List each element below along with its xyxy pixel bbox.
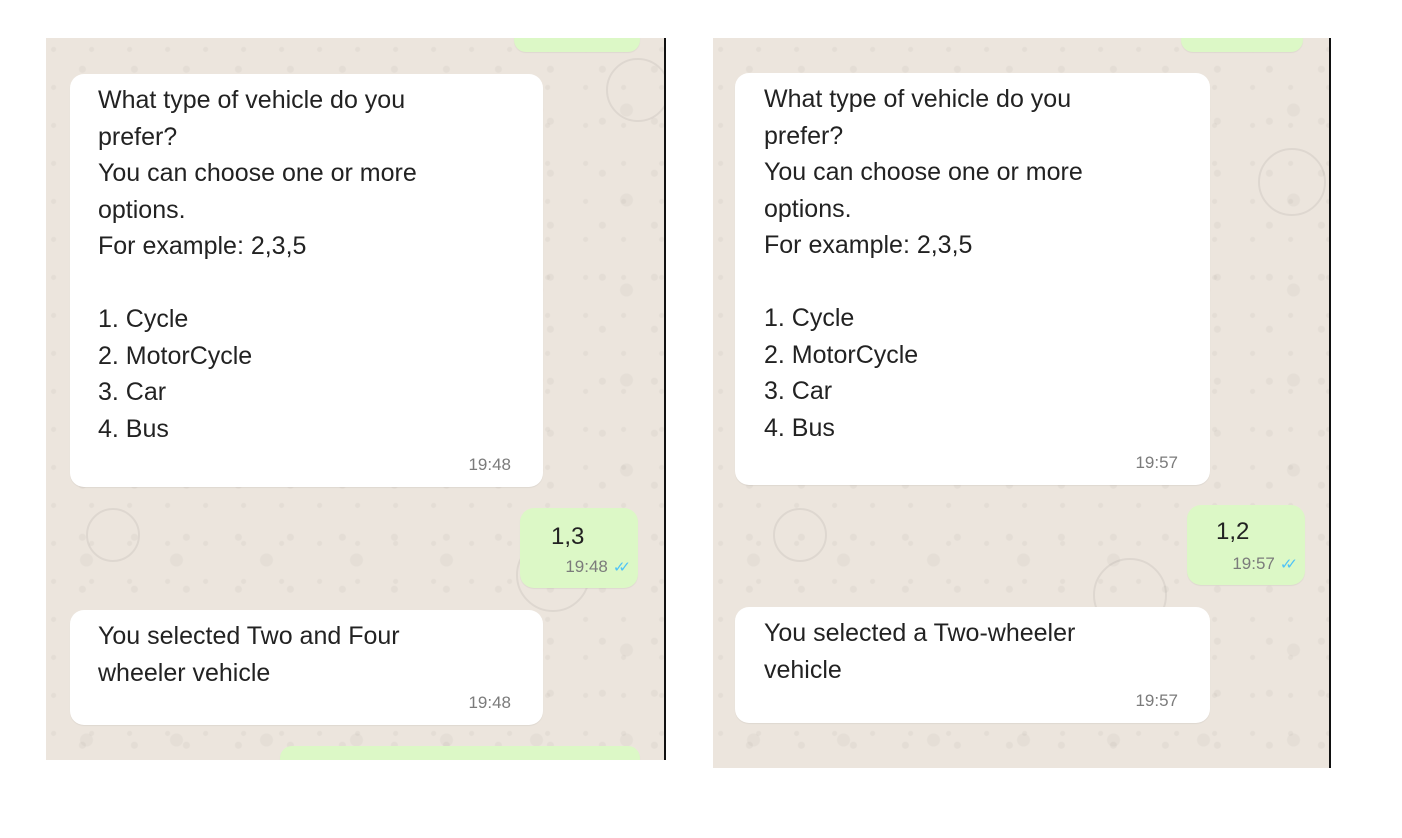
question-message[interactable]: What type of vehicle do you prefer? You … bbox=[735, 73, 1210, 485]
answer-text: You selected Two and Four wheeler vehicl… bbox=[98, 622, 400, 687]
previous-message-stub bbox=[1181, 38, 1303, 52]
previous-message-stub bbox=[514, 38, 640, 52]
background-doodle bbox=[773, 508, 827, 562]
message-timestamp: 19:48 bbox=[468, 693, 511, 712]
reply-timestamp: 19:57 bbox=[1232, 554, 1275, 573]
answer-message[interactable]: You selected Two and Four wheeler vehicl… bbox=[70, 610, 543, 725]
chat-panel-right: What type of vehicle do you prefer? You … bbox=[713, 38, 1331, 768]
question-message[interactable]: What type of vehicle do you prefer? You … bbox=[70, 74, 543, 487]
background-doodle bbox=[606, 58, 664, 122]
question-text: What type of vehicle do you prefer? You … bbox=[764, 85, 1083, 442]
answer-text: You selected a Two-wheeler vehicle bbox=[764, 619, 1076, 684]
reply-text: 1,2 bbox=[1216, 518, 1250, 545]
question-text: What type of vehicle do you prefer? You … bbox=[98, 86, 417, 443]
reply-timestamp-row: 19:48 ✓✓ bbox=[565, 557, 631, 578]
double-check-icon: ✓✓ bbox=[612, 559, 631, 576]
reply-text: 1,3 bbox=[551, 523, 585, 550]
message-timestamp: 19:57 bbox=[1135, 453, 1178, 472]
background-doodle bbox=[1258, 148, 1326, 216]
answer-message[interactable]: You selected a Two-wheeler vehicle 19:57 bbox=[735, 607, 1210, 723]
next-message-stub bbox=[280, 746, 640, 760]
reply-message[interactable]: 1,2 19:57 ✓✓ bbox=[1187, 505, 1305, 585]
chat-panel-left: What type of vehicle do you prefer? You … bbox=[46, 38, 666, 760]
reply-timestamp: 19:48 bbox=[565, 557, 608, 576]
double-check-icon: ✓✓ bbox=[1279, 556, 1298, 573]
message-timestamp: 19:57 bbox=[1135, 691, 1178, 710]
reply-timestamp-row: 19:57 ✓✓ bbox=[1232, 554, 1298, 575]
background-doodle bbox=[86, 508, 140, 562]
reply-message[interactable]: 1,3 19:48 ✓✓ bbox=[520, 508, 638, 588]
message-timestamp: 19:48 bbox=[468, 455, 511, 474]
